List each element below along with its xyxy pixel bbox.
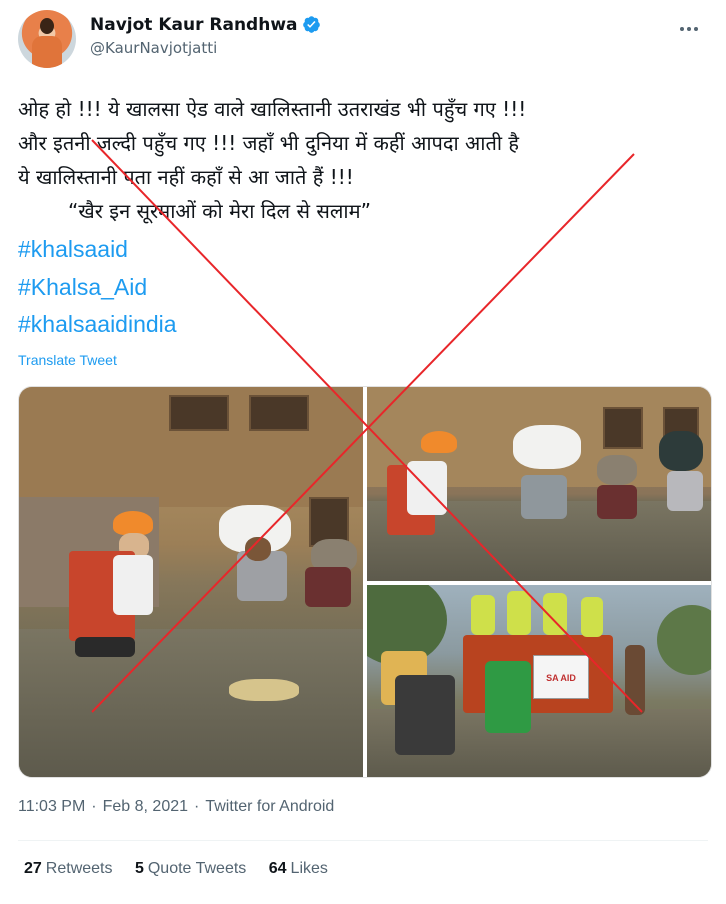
- tweet-meta: 11:03 PM · Feb 8, 2021 · Twitter for Android: [18, 798, 335, 815]
- author-block[interactable]: Navjot Kaur Randhwa @KaurNavjotjatti: [90, 14, 321, 57]
- more-options-icon[interactable]: [680, 16, 704, 32]
- likes-stat[interactable]: 64 Likes: [269, 860, 328, 878]
- hashtag-link[interactable]: #khalsaaidindia: [18, 311, 177, 338]
- photo-flood-rescue-secondary[interactable]: [367, 387, 711, 581]
- verified-badge-icon: [302, 16, 320, 33]
- retweets-label: Retweets: [45, 860, 113, 877]
- retweets-stat[interactable]: 27 Retweets: [24, 860, 113, 878]
- tweet-text-line: ये खालिस्तानी पता नहीं कहाँ से आ जाते है…: [18, 165, 354, 189]
- khalsa-aid-banner: SA AID: [533, 655, 589, 699]
- likes-count: 64: [268, 860, 287, 877]
- avatar[interactable]: [18, 10, 76, 68]
- hashtag-link[interactable]: #Khalsa_Aid: [18, 274, 147, 301]
- retweets-count: 27: [24, 860, 42, 877]
- tweet-stats: 27 Retweets 5 Quote Tweets 64 Likes: [24, 860, 346, 878]
- media-grid: SA AID: [18, 386, 712, 778]
- photo-flood-truck[interactable]: SA AID: [367, 585, 711, 777]
- tweet-text-line: ओह हो !!! ये खालसा ऐड वाले खालिस्तानी उत…: [18, 97, 527, 121]
- quote-tweets-count: 5: [134, 860, 144, 877]
- tweet-card: Navjot Kaur Randhwa @KaurNavjotjatti ओह …: [0, 0, 726, 904]
- tweet-text-line: और इतनी जल्दी पहुँच गए !!! जहाँ भी दुनिय…: [18, 131, 520, 155]
- divider: [18, 840, 708, 841]
- photo-flood-rescue-main[interactable]: [19, 387, 363, 777]
- author-handle[interactable]: @KaurNavjotjatti: [90, 39, 321, 57]
- author-name[interactable]: Navjot Kaur Randhwa: [90, 15, 298, 35]
- quote-tweets-stat[interactable]: 5 Quote Tweets: [135, 860, 246, 878]
- tweet-time[interactable]: 11:03 PM: [18, 798, 85, 815]
- quote-tweets-label: Quote Tweets: [147, 860, 247, 877]
- translate-tweet-link[interactable]: Translate Tweet: [18, 352, 117, 368]
- hashtag-link[interactable]: #khalsaaid: [18, 236, 128, 263]
- tweet-text: ओह हो !!! ये खालसा ऐड वाले खालिस्तानी उत…: [18, 92, 708, 228]
- tweet-source[interactable]: Twitter for Android: [205, 798, 334, 815]
- tweet-text-line: “खैर इन सूरमाओं को मेरा दिल से सलाम”: [68, 199, 371, 223]
- likes-label: Likes: [290, 860, 328, 877]
- tweet-date[interactable]: Feb 8, 2021: [103, 798, 188, 815]
